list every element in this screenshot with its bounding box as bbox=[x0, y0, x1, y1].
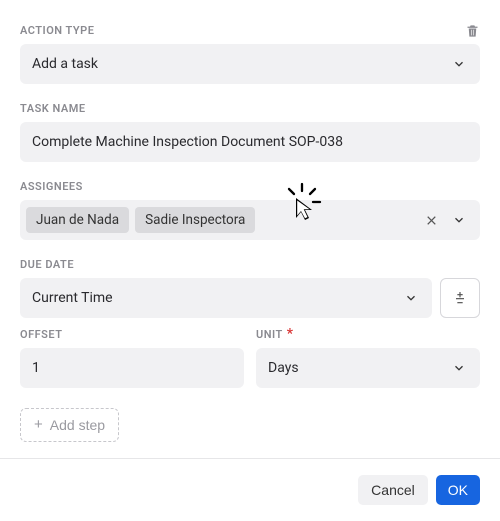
add-step-label: Add step bbox=[50, 417, 105, 433]
form-panel: ACTION TYPE Add a task TASK NAME Complet… bbox=[0, 0, 500, 459]
task-name-label: TASK NAME bbox=[20, 102, 480, 115]
required-indicator: * bbox=[287, 329, 294, 340]
assignee-chip[interactable]: Juan de Nada bbox=[26, 207, 129, 233]
task-name-input[interactable]: Complete Machine Inspection Document SOP… bbox=[20, 122, 480, 162]
clear-icon[interactable] bbox=[420, 214, 442, 227]
add-step-button[interactable]: + Add step bbox=[20, 408, 119, 442]
assignee-chip[interactable]: Sadie Inspectora bbox=[135, 207, 255, 233]
unit-value: Days bbox=[268, 360, 448, 376]
chevron-down-icon bbox=[400, 291, 422, 305]
assignees-select[interactable]: Juan de Nada Sadie Inspectora bbox=[20, 200, 480, 240]
unit-select[interactable]: Days bbox=[256, 348, 480, 388]
due-date-select[interactable]: Current Time bbox=[20, 278, 432, 318]
action-type-label: ACTION TYPE bbox=[20, 24, 94, 37]
due-date-value: Current Time bbox=[32, 290, 400, 306]
chevron-down-icon bbox=[448, 57, 470, 71]
offset-input[interactable]: 1 bbox=[20, 348, 244, 388]
action-type-select[interactable]: Add a task bbox=[20, 44, 480, 84]
task-name-value: Complete Machine Inspection Document SOP… bbox=[32, 134, 470, 150]
offset-label: OFFSET bbox=[20, 328, 244, 341]
offset-value: 1 bbox=[32, 360, 234, 376]
assignees-label: ASSIGNEES bbox=[20, 180, 480, 193]
chevron-down-icon bbox=[448, 361, 470, 375]
ok-button[interactable]: OK bbox=[436, 475, 480, 505]
dialog-footer: Cancel OK bbox=[0, 459, 500, 521]
cancel-button[interactable]: Cancel bbox=[358, 475, 428, 505]
offset-toggle-button[interactable] bbox=[440, 278, 480, 318]
unit-label: UNIT* bbox=[256, 328, 480, 341]
chevron-down-icon bbox=[448, 213, 470, 227]
action-type-value: Add a task bbox=[32, 56, 448, 72]
trash-icon[interactable] bbox=[465, 23, 480, 39]
due-date-label: DUE DATE bbox=[20, 258, 480, 271]
plus-icon: + bbox=[34, 418, 43, 432]
